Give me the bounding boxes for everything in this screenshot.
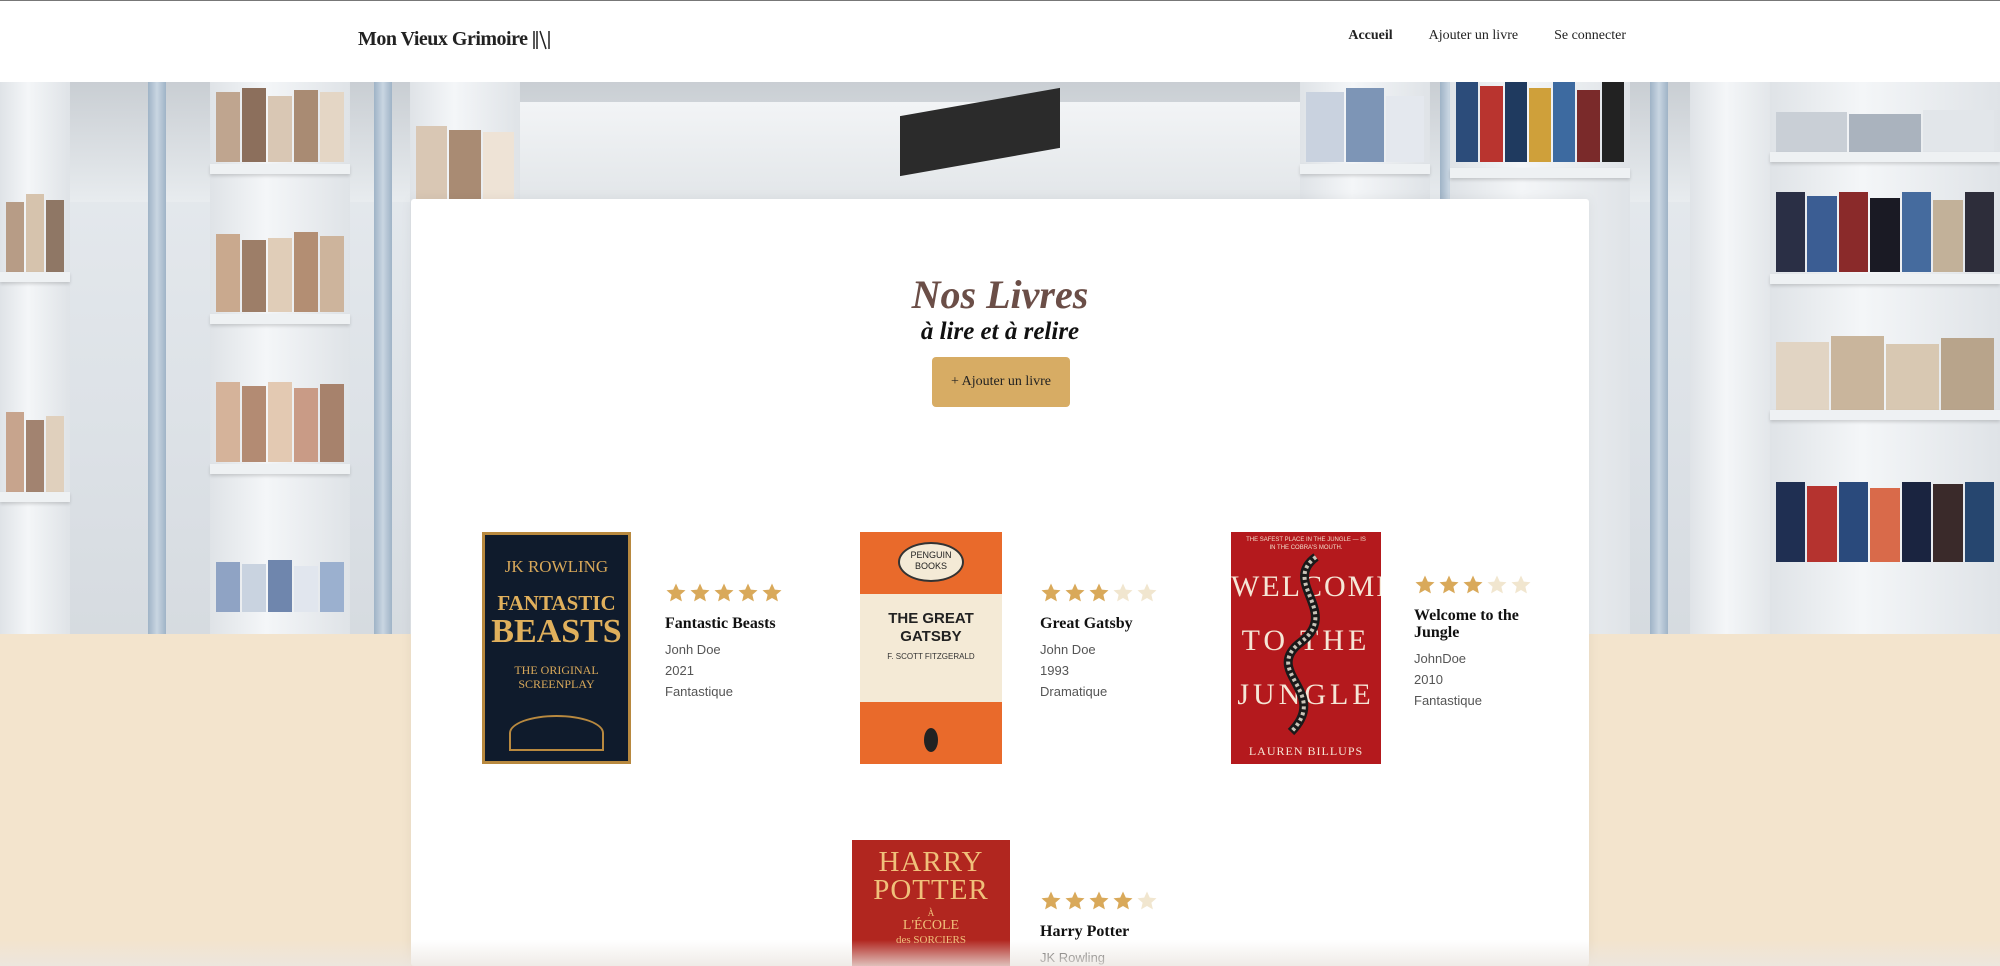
- book-genre: Dramatique: [1040, 683, 1108, 699]
- bookshelf: [1770, 82, 2000, 634]
- cover-subtitle-line1: À: [927, 908, 935, 918]
- book-logo-icon: [532, 30, 550, 49]
- star-empty-icon: [1137, 583, 1157, 602]
- pillar: [148, 82, 166, 634]
- book-card-fantastic-beasts[interactable]: JK ROWLING FANTASTIC BEASTS THE ORIGINAL…: [482, 532, 782, 764]
- star-filled-icon: [762, 583, 782, 602]
- star-filled-icon: [1065, 891, 1085, 910]
- book-author: JohnDoe: [1414, 650, 1467, 666]
- cover-author: JK ROWLING: [504, 557, 609, 576]
- nav-login[interactable]: Se connecter: [1554, 28, 1626, 44]
- star-filled-icon: [1089, 583, 1109, 602]
- star-filled-icon: [1439, 575, 1459, 594]
- book-cover[interactable]: HARRY POTTER À L'ÉCOLE des SORCIERS: [852, 840, 1010, 966]
- cover-title-line2: GATSBY: [900, 628, 962, 645]
- rating-stars: [1040, 890, 1170, 914]
- book-info: Harry Potter JK Rowling: [1040, 890, 1170, 966]
- books-card: Nos Livres à lire et à relire + Ajouter …: [411, 199, 1589, 966]
- star-filled-icon: [1089, 891, 1109, 910]
- rating-stars: [1040, 582, 1170, 606]
- star-filled-icon: [1415, 575, 1435, 594]
- book-title: Fantastic Beasts: [665, 615, 776, 632]
- cover-ornament: [509, 715, 604, 751]
- book-card-harry-potter[interactable]: HARRY POTTER À L'ÉCOLE des SORCIERS Harr…: [852, 840, 1157, 966]
- star-empty-icon: [1137, 891, 1157, 910]
- cover-title-line2: POTTER: [873, 874, 989, 906]
- book-year: 2010: [1414, 671, 1443, 687]
- book-author: JK Rowling: [1040, 949, 1106, 965]
- book-year: 2021: [665, 662, 694, 678]
- bookshelf: [210, 82, 350, 634]
- book-card-great-gatsby[interactable]: PENGUIN BOOKS THE GREAT GATSBY F. SCOTT …: [860, 532, 1160, 764]
- book-info: Fantastic Beasts Jonh Doe 2021 Fantastiq…: [665, 582, 795, 702]
- cover-title-line1: THE GREAT: [888, 610, 974, 627]
- cover-author: F. SCOTT FITZGERALD: [887, 652, 975, 661]
- logo[interactable]: Mon Vieux Grimoire: [358, 28, 552, 51]
- nav-accueil[interactable]: Accueil: [1348, 28, 1392, 44]
- book-cover[interactable]: PENGUIN BOOKS THE GREAT GATSBY F. SCOTT …: [860, 532, 1002, 764]
- book-info: Great Gatsby John Doe 1993 Dramatique: [1040, 582, 1170, 702]
- star-empty-icon: [1511, 575, 1531, 594]
- star-filled-icon: [690, 583, 710, 602]
- cover-subtitle-line2: L'ÉCOLE: [902, 918, 960, 933]
- snake-icon: [1283, 553, 1320, 736]
- book-meta: John Doe 1993 Dramatique: [1040, 639, 1170, 702]
- cover-subtitle-line3: des SORCIERS: [896, 934, 966, 946]
- book-card-welcome-to-the-jungle[interactable]: THE SAFEST PLACE IN THE JUNGLE — IS IN T…: [1231, 532, 1551, 764]
- bookshelf: [1690, 82, 1780, 634]
- book-meta: JK Rowling: [1040, 947, 1170, 966]
- book-meta: Jonh Doe 2021 Fantastique: [665, 639, 795, 702]
- site-header: Mon Vieux Grimoire Accueil Ajouter un li…: [0, 0, 2000, 82]
- book-author: Jonh Doe: [665, 641, 721, 657]
- star-filled-icon: [1041, 583, 1061, 602]
- pillar: [1650, 82, 1668, 634]
- penguin-icon: [924, 728, 938, 752]
- star-filled-icon: [1463, 575, 1483, 594]
- page-title: Nos Livres: [911, 272, 1089, 317]
- book-cover[interactable]: JK ROWLING FANTASTIC BEASTS THE ORIGINAL…: [482, 532, 631, 764]
- book-author: John Doe: [1040, 641, 1096, 657]
- book-cover[interactable]: THE SAFEST PLACE IN THE JUNGLE — IS IN T…: [1231, 532, 1381, 764]
- bookshelf: [0, 82, 70, 634]
- book-genre: Fantastique: [665, 683, 733, 699]
- cover-author: LAUREN BILLUPS: [1248, 744, 1364, 758]
- rating-stars: [665, 582, 795, 606]
- book-year: 1993: [1040, 662, 1069, 678]
- star-filled-icon: [666, 583, 686, 602]
- cover-tagline: THE SAFEST PLACE IN THE JUNGLE — IS IN T…: [1246, 537, 1366, 551]
- star-empty-icon: [1113, 583, 1133, 602]
- logo-text: Mon Vieux Grimoire: [358, 28, 528, 50]
- page-subtitle: à lire et à relire: [920, 318, 1080, 345]
- cover-title-line2: BEASTS: [491, 613, 622, 650]
- book-genre: Fantastique: [1414, 692, 1482, 708]
- book-title: Harry Potter: [1040, 923, 1130, 940]
- add-book-button[interactable]: + Ajouter un livre: [932, 357, 1070, 407]
- main-nav: Accueil Ajouter un livre Se connecter: [1348, 28, 1626, 44]
- star-filled-icon: [1065, 583, 1085, 602]
- book-meta: JohnDoe 2010 Fantastique: [1414, 648, 1544, 711]
- pillar: [374, 82, 392, 634]
- cover-publisher: PENGUIN BOOKS: [910, 550, 952, 571]
- star-filled-icon: [1041, 891, 1061, 910]
- cover-subtitle: THE ORIGINAL SCREENPLAY: [514, 663, 599, 691]
- book-info: Welcome to the Jungle JohnDoe 2010 Fanta…: [1414, 574, 1544, 711]
- book-title: Great Gatsby: [1040, 615, 1133, 632]
- star-filled-icon: [1113, 891, 1133, 910]
- nav-add-book[interactable]: Ajouter un livre: [1429, 28, 1518, 44]
- star-empty-icon: [1487, 575, 1507, 594]
- star-filled-icon: [738, 583, 758, 602]
- star-filled-icon: [714, 583, 734, 602]
- book-title: Welcome to the Jungle: [1414, 607, 1519, 641]
- rating-stars: [1414, 574, 1544, 598]
